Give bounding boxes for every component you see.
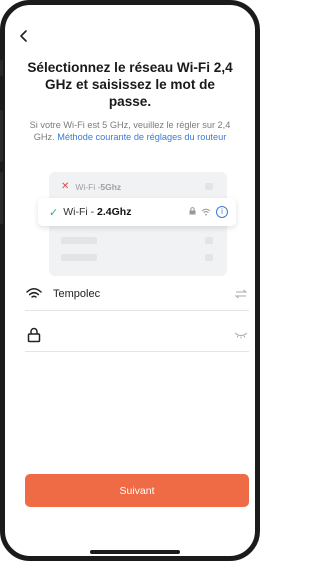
wifi-24ghz-row: ✓ Wi-Fi - 2.4Ghz i [38, 198, 236, 226]
volume-up-button [0, 110, 3, 162]
swap-icon[interactable] [233, 286, 249, 302]
placeholder-bar [205, 237, 213, 244]
hint-text: Si votre Wi-Fi est 5 GHz, veuillez le ré… [21, 120, 239, 143]
placeholder-bar [61, 237, 97, 244]
lock-icon [25, 326, 43, 344]
phone-frame: Sélectionnez le réseau Wi-Fi 2,4 GHz et … [0, 0, 260, 561]
home-indicator [90, 550, 180, 554]
volume-down-button [0, 172, 3, 224]
info-icon: i [216, 206, 228, 218]
wifi-24ghz-icons: i [189, 203, 228, 221]
wifi-24ghz-prefix: Wi-Fi - [63, 206, 98, 218]
eye-closed-icon[interactable] [233, 327, 249, 343]
wifi-5ghz-name: 5Ghz [100, 181, 122, 192]
wifi-5ghz-row: ✕ Wi-Fi - 5Ghz [61, 181, 121, 192]
password-input[interactable] [53, 328, 233, 341]
wifi-5ghz-prefix: Wi-Fi - [75, 181, 101, 192]
wifi-ssid-field[interactable]: Tempolec [25, 277, 249, 311]
router-settings-link[interactable]: Méthode courante de réglages du routeur [57, 132, 226, 142]
page-title: Sélectionnez le réseau Wi-Fi 2,4 GHz et … [27, 60, 233, 109]
wifi-24ghz-name: 2.4Ghz [97, 206, 132, 218]
wifi-24ghz-label: Wi-Fi - 2.4Ghz [63, 206, 131, 218]
wifi-password-field[interactable] [25, 318, 249, 352]
side-button [0, 60, 3, 76]
placeholder-bar [205, 183, 213, 190]
back-icon[interactable] [17, 29, 31, 43]
close-icon: ✕ [61, 181, 70, 192]
check-icon: ✓ [49, 206, 59, 219]
wifi-icon [25, 285, 43, 303]
next-button[interactable]: Suivant [25, 474, 249, 507]
wifi-ssid-value[interactable]: Tempolec [53, 288, 233, 300]
placeholder-bar [61, 254, 97, 261]
wifi-small-icon [201, 203, 211, 221]
lock-small-icon [189, 207, 196, 217]
placeholder-bar [205, 254, 213, 261]
